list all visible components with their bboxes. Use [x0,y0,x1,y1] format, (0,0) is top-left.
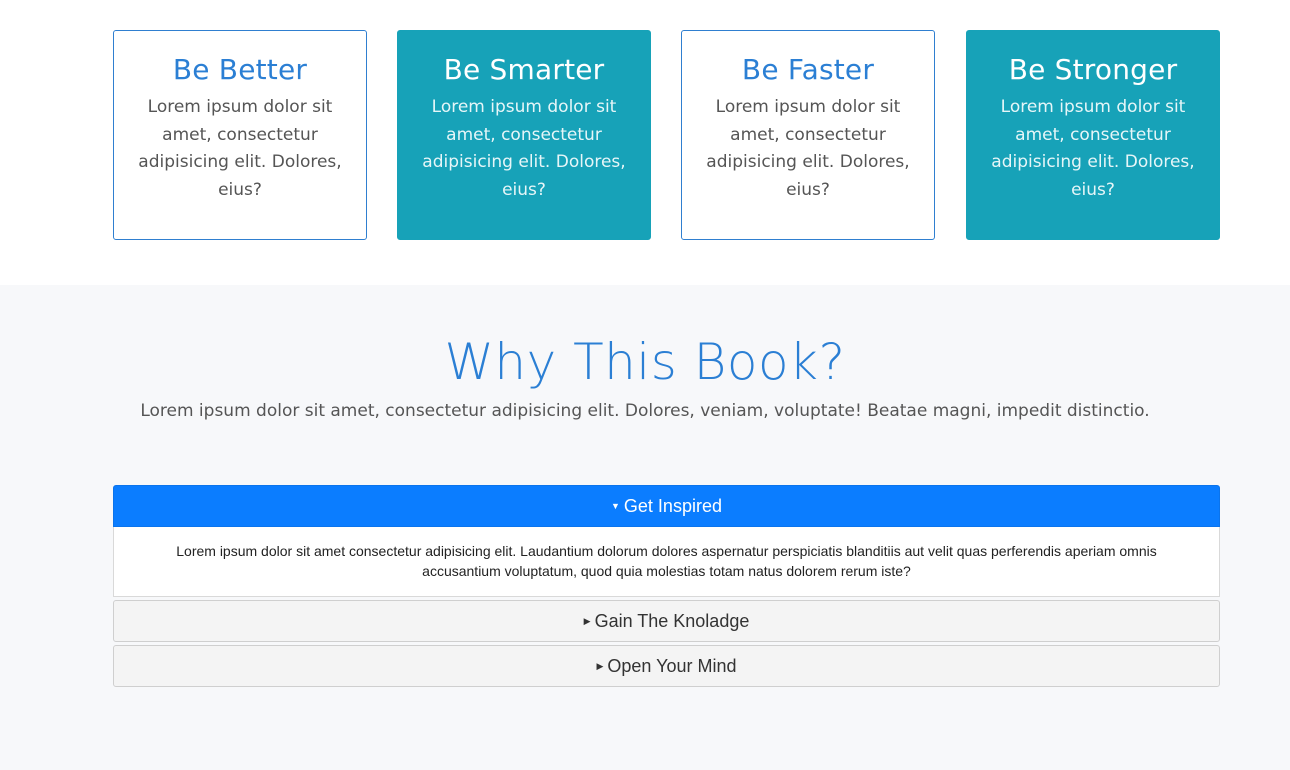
accordion-header-gain-the-knoladge[interactable]: ▶ Gain The Knoladge [113,600,1220,642]
accordion-label: Gain The Knoladge [594,611,750,631]
section-lead: Lorem ipsum dolor sit amet, consectetur … [140,401,1150,421]
feature-text: Lorem ipsum dolor sit amet, consectetur … [991,97,1195,200]
feature-text: Lorem ipsum dolor sit amet, consectetur … [138,97,342,200]
accordion: ▼ Get Inspired Lorem ipsum dolor sit amet… [113,485,1220,687]
feature-title: Be Faster [741,53,875,86]
accordion-panel-get-inspired: Lorem ipsum dolor sit amet consectetur a… [113,527,1220,597]
accordion-label: Open Your Mind [607,656,737,676]
caret-right-icon: ▶ [583,616,591,626]
feature-title: Be Smarter [443,53,605,86]
feature-title: Be Stronger [1008,53,1178,86]
accordion-header-open-your-mind[interactable]: ▶ Open Your Mind [113,645,1220,687]
features-section: Be Better Lorem ipsum dolor sit amet, co… [0,0,1290,285]
accordion-label: Get Inspired [623,496,722,516]
caret-down-icon: ▼ [611,501,620,511]
caret-right-icon: ▶ [596,661,604,671]
why-section: Why This Book? Lorem ipsum dolor sit ame… [0,285,1290,770]
feature-card-stronger: Be Stronger Lorem ipsum dolor sit amet, … [966,30,1220,240]
feature-title: Be Better [172,53,308,86]
section-title: Why This Book? [444,333,846,391]
feature-text: Lorem ipsum dolor sit amet, consectetur … [422,97,626,200]
feature-card-faster: Be Faster Lorem ipsum dolor sit amet, co… [681,30,935,240]
accordion-header-get-inspired[interactable]: ▼ Get Inspired [113,485,1220,527]
feature-text: Lorem ipsum dolor sit amet, consectetur … [706,97,910,200]
feature-card-better: Be Better Lorem ipsum dolor sit amet, co… [113,30,367,240]
feature-card-smarter: Be Smarter Lorem ipsum dolor sit amet, c… [397,30,651,240]
